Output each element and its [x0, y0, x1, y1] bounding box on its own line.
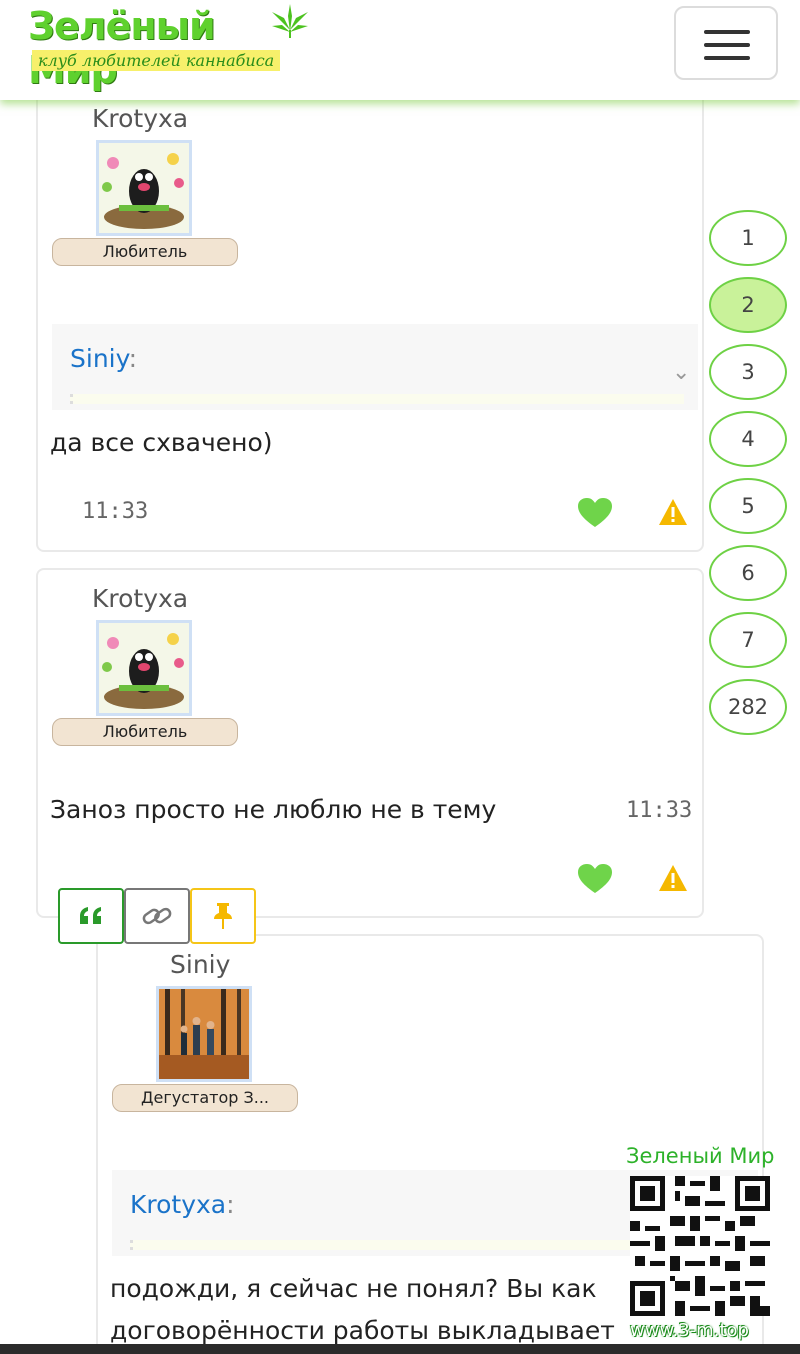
hamburger-icon — [704, 30, 750, 34]
report-warning-icon[interactable] — [658, 498, 688, 526]
bottom-bar — [0, 1344, 800, 1354]
post-author[interactable]: Krotyxa — [92, 104, 188, 133]
copy-link-button[interactable] — [124, 888, 190, 944]
post-time: 11:33 — [82, 499, 149, 524]
page-7[interactable]: 7 — [709, 612, 787, 668]
user-rank-badge: Любитель — [52, 718, 238, 746]
post-author[interactable]: Siniy — [170, 950, 230, 979]
quote-button[interactable] — [58, 888, 124, 944]
watermark-title: Зеленый Мир — [626, 1144, 775, 1168]
link-icon — [142, 907, 172, 925]
page-3[interactable]: 3 — [709, 344, 787, 400]
report-warning-icon[interactable] — [658, 864, 688, 892]
avatar[interactable] — [96, 620, 192, 716]
post-message-line-2: договорённости работы выкладывает — [110, 1316, 615, 1345]
chevron-down-icon[interactable]: ⌄ — [672, 360, 690, 385]
forest-avatar-image — [159, 989, 249, 1079]
post-time: 11:33 — [626, 798, 693, 823]
quote-author[interactable]: Krotyxa — [130, 1190, 226, 1219]
quote-block[interactable]: Siniy: ⌄ — [52, 324, 698, 410]
quote-body — [70, 394, 684, 404]
like-heart-icon[interactable] — [578, 498, 612, 528]
avatar[interactable] — [96, 140, 192, 236]
avatar[interactable] — [156, 986, 252, 1082]
pin-button[interactable] — [190, 888, 256, 944]
user-rank-badge: Любитель — [52, 238, 238, 266]
menu-button[interactable] — [674, 6, 778, 80]
post-author[interactable]: Krotyxa — [92, 584, 188, 613]
page-4[interactable]: 4 — [709, 411, 787, 467]
logo-subtitle: клуб любителей каннабиса — [32, 50, 281, 71]
pin-icon — [214, 903, 232, 929]
page-1[interactable]: 1 — [709, 210, 787, 266]
site-logo[interactable]: Зелёный Мир клуб любителей каннабиса — [24, 4, 314, 92]
like-heart-icon[interactable] — [578, 864, 612, 894]
post-message: да все схвачено) — [50, 428, 273, 457]
page-6[interactable]: 6 — [709, 545, 787, 601]
watermark-url: www.3-m.top — [630, 1320, 749, 1341]
qr-code-image — [630, 1176, 770, 1316]
forum-post: Krotyxa Любитель Заноз просто не люблю н… — [36, 568, 704, 918]
page-2-current[interactable]: 2 — [709, 277, 787, 333]
site-header: Зелёный Мир клуб любителей каннабиса — [0, 0, 800, 100]
quote-author[interactable]: Siniy — [70, 344, 129, 373]
cannabis-leaf-icon — [272, 4, 308, 38]
quote-icon — [80, 907, 101, 924]
post-message-line-1: подожди, я сейчас не понял? Вы как — [110, 1274, 597, 1303]
user-rank-badge: Дегустатор З... — [112, 1084, 298, 1112]
post-message: Заноз просто не люблю не в тему — [50, 795, 497, 824]
mole-avatar-image — [99, 143, 189, 233]
mole-avatar-image — [99, 623, 189, 713]
page-last[interactable]: 282 — [709, 679, 787, 735]
forum-post: Krotyxa Любитель Siniy: ⌄ да все схвачен… — [36, 60, 704, 552]
page-5[interactable]: 5 — [709, 478, 787, 534]
